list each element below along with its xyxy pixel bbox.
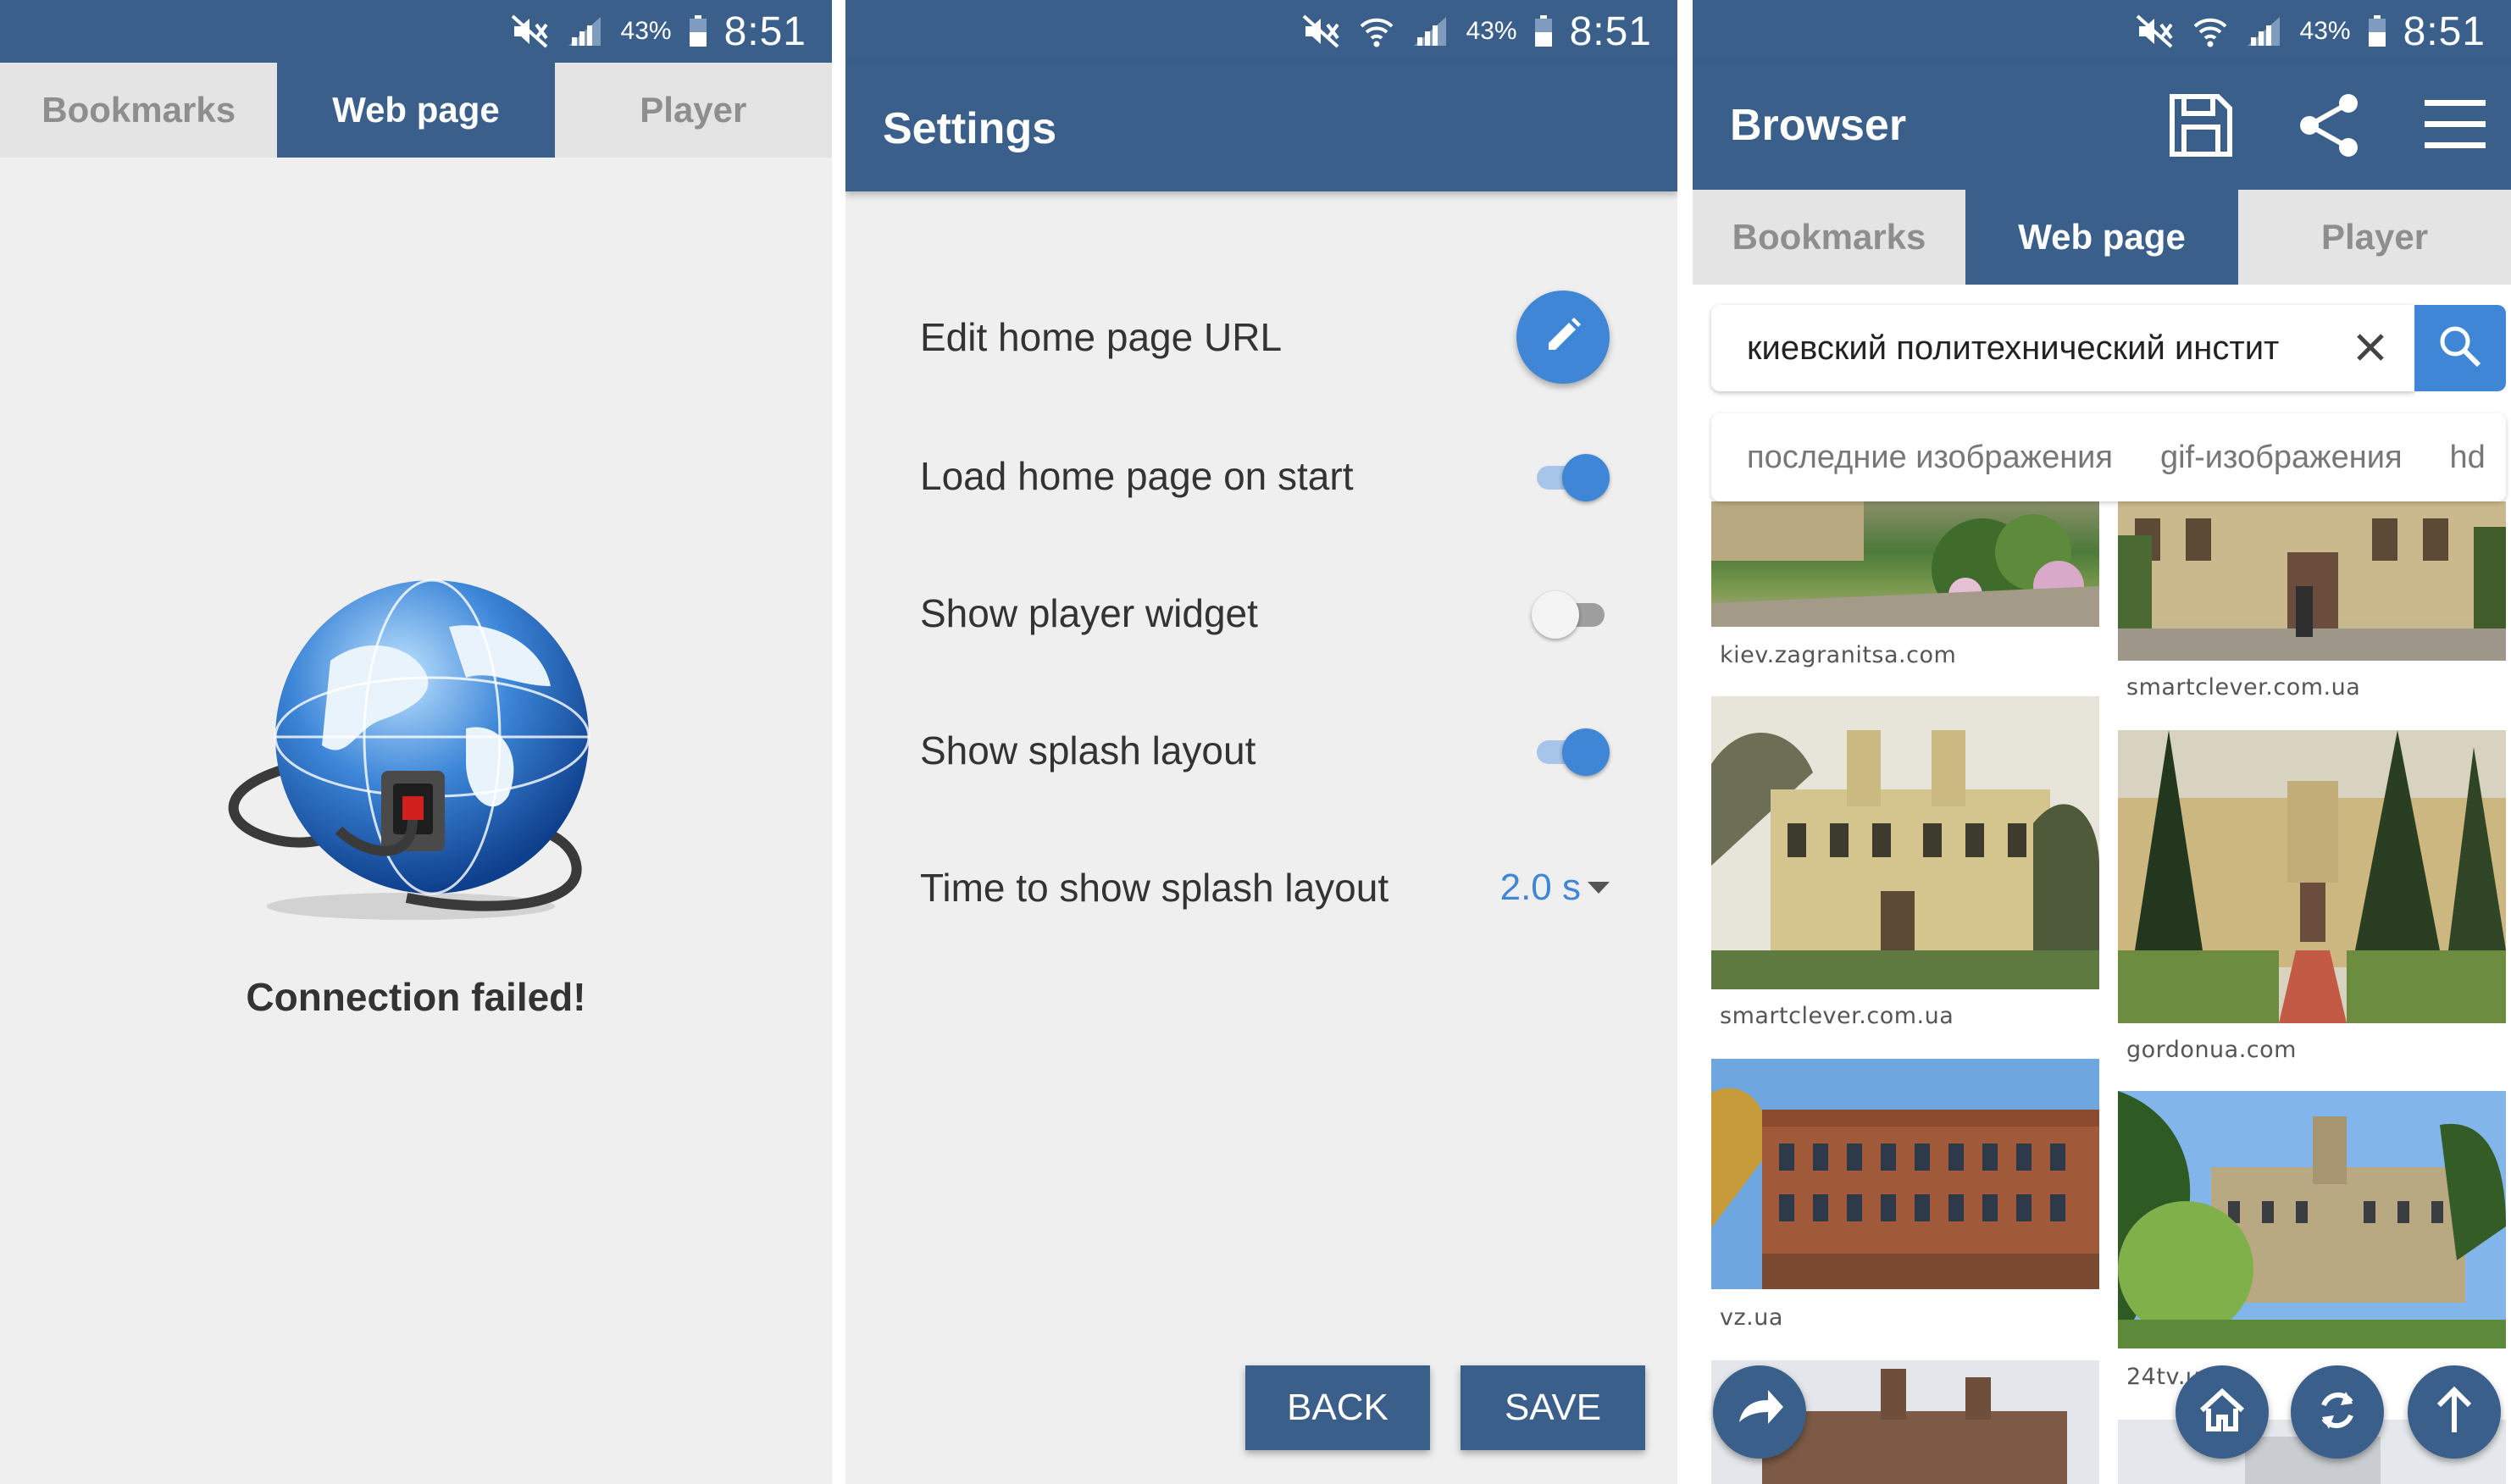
image-source-caption[interactable]: smartclever.com.ua xyxy=(1720,1003,1954,1029)
setting-splash-time[interactable]: Time to show splash layout 2.0 s xyxy=(920,845,1610,930)
tab-bookmarks[interactable]: Bookmarks xyxy=(0,63,277,158)
load-home-toggle[interactable] xyxy=(1532,451,1610,501)
scroll-top-button[interactable] xyxy=(2408,1365,2501,1459)
mute-icon xyxy=(2136,14,2175,48)
panel-divider xyxy=(1677,0,1691,1484)
home-icon xyxy=(2197,1385,2248,1440)
status-bar: 43% 8:51 xyxy=(845,0,1677,63)
home-button[interactable] xyxy=(2176,1365,2269,1459)
battery-icon xyxy=(2368,15,2386,47)
pencil-icon xyxy=(1542,314,1584,361)
battery-percent: 43% xyxy=(1466,17,1517,45)
image-source-caption[interactable]: kiev.zagranitsa.com xyxy=(1720,642,1956,668)
setting-label: Load home page on start xyxy=(920,454,1354,498)
signal-icon xyxy=(1412,15,1450,47)
mute-icon xyxy=(1302,14,1341,48)
setting-label: Edit home page URL xyxy=(920,315,1283,359)
arrow-up-icon xyxy=(2429,1385,2480,1440)
browser-screen: 43% 8:51 Browser Bookmarks Web page Play… xyxy=(1693,0,2511,1484)
setting-edit-home-url[interactable]: Edit home page URL xyxy=(920,291,1610,384)
search-result-image[interactable] xyxy=(2118,1091,2506,1348)
setting-show-player-widget[interactable]: Show player widget xyxy=(920,571,1610,656)
search-result-image[interactable] xyxy=(1711,501,2099,627)
setting-label: Show splash layout xyxy=(920,728,1256,772)
image-source-caption[interactable]: vz.ua xyxy=(1720,1304,1783,1331)
settings-app-bar: Settings xyxy=(845,63,1677,191)
image-source-caption[interactable]: smartclever.com.ua xyxy=(2126,674,2360,700)
tab-player[interactable]: Player xyxy=(555,63,832,158)
search-result-image[interactable] xyxy=(2118,501,2506,661)
battery-icon xyxy=(689,15,707,47)
clock: 8:51 xyxy=(1569,8,1652,54)
splash-toggle[interactable] xyxy=(1532,725,1610,776)
webpage-error-screen: 43% 8:51 Bookmarks Web page Player Conne… xyxy=(0,0,832,1484)
share-icon[interactable] xyxy=(2294,90,2365,161)
tab-web-page[interactable]: Web page xyxy=(277,63,555,158)
refresh-icon xyxy=(2312,1385,2363,1440)
tab-bar: Bookmarks Web page Player xyxy=(1693,190,2511,285)
dropdown-caret-icon xyxy=(1588,882,1610,894)
tab-bar: Bookmarks Web page Player xyxy=(0,63,832,158)
forward-button[interactable] xyxy=(1713,1365,1806,1459)
page-title: Settings xyxy=(883,104,1057,153)
panel-divider xyxy=(832,0,845,1484)
refresh-button[interactable] xyxy=(2291,1365,2384,1459)
search-icon xyxy=(2436,323,2484,374)
save-icon[interactable] xyxy=(2165,90,2237,161)
player-widget-toggle[interactable] xyxy=(1532,588,1610,639)
battery-percent: 43% xyxy=(2299,17,2351,45)
splash-time-select[interactable]: 2.0 s xyxy=(1500,867,1610,909)
setting-show-splash[interactable]: Show splash layout xyxy=(920,708,1610,793)
forward-arrow-icon xyxy=(1732,1383,1787,1442)
search-result-image[interactable] xyxy=(1711,696,2099,989)
search-button[interactable] xyxy=(2414,305,2506,391)
close-icon[interactable] xyxy=(2345,322,2396,377)
tab-web-page[interactable]: Web page xyxy=(1965,190,2238,285)
tab-player[interactable]: Player xyxy=(2238,190,2511,285)
status-bar: 43% 8:51 xyxy=(0,0,832,63)
setting-label: Time to show splash layout xyxy=(920,866,1389,910)
menu-icon[interactable] xyxy=(2421,90,2489,158)
setting-load-home-on-start[interactable]: Load home page on start xyxy=(920,434,1610,518)
setting-label: Show player widget xyxy=(920,591,1258,635)
save-button[interactable]: SAVE xyxy=(1461,1365,1645,1450)
back-button[interactable]: BACK xyxy=(1245,1365,1430,1450)
wifi-icon xyxy=(2192,14,2229,48)
suggestion-chip[interactable]: последние изображения xyxy=(1747,440,2113,476)
tab-bookmarks[interactable]: Bookmarks xyxy=(1693,190,1965,285)
mute-icon xyxy=(511,14,550,48)
search-result-image[interactable] xyxy=(1711,1059,2099,1289)
suggestion-chip[interactable]: gif-изображения xyxy=(2160,440,2403,476)
signal-icon xyxy=(2246,15,2283,47)
splash-time-value: 2.0 s xyxy=(1499,867,1581,908)
clock: 8:51 xyxy=(723,8,807,54)
edit-url-button[interactable] xyxy=(1516,291,1610,384)
search-input[interactable]: киевский политехнический инстит xyxy=(1711,305,2414,391)
status-bar: 43% 8:51 xyxy=(1693,0,2511,63)
battery-icon xyxy=(1534,15,1553,47)
search-suggestions: последние изображения gif-изображения hd xyxy=(1711,413,2506,501)
battery-percent: 43% xyxy=(620,17,672,45)
clock: 8:51 xyxy=(2403,8,2486,54)
signal-icon xyxy=(567,15,604,47)
wifi-icon xyxy=(1358,14,1395,48)
browser-app-bar: Browser xyxy=(1693,63,2511,191)
image-source-caption[interactable]: gordonua.com xyxy=(2126,1037,2297,1063)
search-query-text: киевский политехнический инстит xyxy=(1747,329,2280,367)
globe-network-icon xyxy=(212,542,618,932)
page-title: Browser xyxy=(1730,101,1907,150)
search-result-image[interactable] xyxy=(2118,730,2506,1023)
connection-error-message: Connection failed! xyxy=(246,975,586,1019)
suggestion-chip[interactable]: hd xyxy=(2450,440,2486,476)
settings-screen: 43% 8:51 Settings Edit home page URL Loa… xyxy=(845,0,1677,1484)
